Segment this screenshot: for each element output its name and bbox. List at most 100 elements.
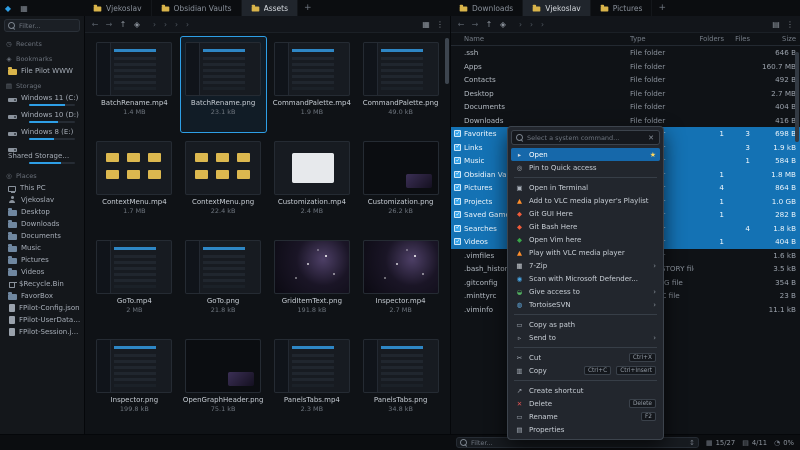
menu-item[interactable]: ↗ Create shortcut <box>511 384 660 397</box>
grid-item[interactable]: CommandPalette.mp4 1.9 MB <box>269 36 356 133</box>
sidebar-item[interactable]: Videos <box>0 266 84 278</box>
grid-item[interactable]: BatchRename.png 23.1 kB <box>180 36 267 133</box>
menu-item[interactable]: ◒ Give access to › <box>511 285 660 298</box>
row-checkbox[interactable] <box>454 198 461 205</box>
menu-item[interactable]: ▦ 7-Zip › <box>511 259 660 272</box>
up-button[interactable]: ↑ <box>483 20 495 29</box>
status-count[interactable]: ▤ 4/11 <box>742 439 767 447</box>
sidebar-item[interactable]: Windows 11 (C:) <box>0 92 84 109</box>
breadcrumb-item[interactable] <box>171 20 182 29</box>
more-icon[interactable]: ⋮ <box>434 20 446 29</box>
tab[interactable]: Vjekoslav <box>523 0 591 16</box>
breadcrumb-item[interactable] <box>526 20 537 29</box>
sidebar-item[interactable]: Desktop <box>0 206 84 218</box>
sidebar-item[interactable]: This PC <box>0 182 84 194</box>
menu-item[interactable]: ◆ Open Vim here <box>511 233 660 246</box>
grid-item[interactable]: Customization.mp4 2.4 MB <box>269 135 356 232</box>
tab[interactable]: Pictures <box>591 0 653 16</box>
view-grid-icon[interactable]: ▦ <box>420 20 432 29</box>
command-search-input[interactable] <box>527 134 644 142</box>
sidebar-item[interactable]: Pictures <box>0 254 84 266</box>
menu-item[interactable]: ▭ Rename F2 <box>511 410 660 423</box>
sidebar-item[interactable]: FavorBox <box>0 290 84 302</box>
sidebar-item[interactable]: FPilot-Session.json <box>0 326 84 338</box>
table-row[interactable]: Apps File folder 160.7 MB <box>451 60 800 74</box>
sidebar-item[interactable]: Vjekoslav <box>0 194 84 206</box>
sidebar-filter-input[interactable] <box>19 22 76 30</box>
bookmark-icon[interactable]: ◈ <box>497 20 509 29</box>
tab[interactable]: Obsidian Vaults <box>152 0 242 16</box>
breadcrumb-item[interactable] <box>160 20 171 29</box>
sidebar-item[interactable]: Shared Storage (T:) <box>0 143 84 167</box>
scrollbar-thumb[interactable] <box>445 38 449 84</box>
menu-item[interactable]: ✕ Delete Delete <box>511 397 660 410</box>
grid-item[interactable]: GridItemText.png 191.8 kB <box>269 234 356 331</box>
menu-item[interactable]: ▥ Copy Ctrl+C Ctrl+Insert <box>511 364 660 377</box>
app-logo-icon[interactable]: ◆ <box>0 4 16 13</box>
back-button[interactable]: ← <box>89 20 101 29</box>
new-tab-button[interactable]: + <box>652 0 672 16</box>
grid-item[interactable]: GoTo.mp4 2 MB <box>91 234 178 331</box>
row-checkbox[interactable] <box>454 184 461 191</box>
scrollbar-thumb[interactable] <box>795 52 799 142</box>
grid-item[interactable]: Inspector.mp4 2.7 MB <box>357 234 444 331</box>
row-checkbox[interactable] <box>454 211 461 218</box>
sidebar-section-header[interactable]: ◎ Places <box>0 167 84 182</box>
status-count[interactable]: ◔ 0% <box>774 439 794 447</box>
sidebar-section-header[interactable]: ◷ Recents <box>0 35 84 50</box>
grid-item[interactable]: Inspector.png 199.8 kB <box>91 333 178 430</box>
sidebar-section-header[interactable]: ◈ Bookmarks <box>0 50 84 65</box>
tab[interactable]: Vjekoslav <box>84 0 152 16</box>
table-row[interactable]: Documents File folder 404 B <box>451 100 800 114</box>
column-header-name[interactable]: Name <box>464 35 630 43</box>
menu-item[interactable]: ▲ Add to VLC media player's Playlist <box>511 194 660 207</box>
sidebar-item[interactable]: Windows 10 (D:) <box>0 109 84 126</box>
menu-item[interactable] <box>514 176 657 178</box>
menu-item[interactable]: ▤ Properties <box>511 423 660 436</box>
menu-item[interactable]: ◎ Pin to Quick access <box>511 161 660 174</box>
menu-item[interactable]: ▸ Open ★ <box>511 148 660 161</box>
close-icon[interactable]: ✕ <box>647 134 655 142</box>
more-icon[interactable]: ⋮ <box>784 20 796 29</box>
row-checkbox[interactable] <box>454 144 461 151</box>
table-row[interactable]: Desktop File folder 2.7 MB <box>451 87 800 101</box>
column-header-type[interactable]: Type <box>630 35 694 43</box>
menu-item[interactable] <box>514 379 657 381</box>
menu-item[interactable] <box>514 313 657 315</box>
sidebar-filter[interactable] <box>4 19 80 32</box>
column-header-size[interactable]: Size <box>750 35 796 43</box>
new-tab-button[interactable]: + <box>298 0 318 16</box>
sort-icon[interactable]: ↕ <box>689 439 695 447</box>
window-menu-icon[interactable]: ▦ <box>16 4 32 13</box>
sidebar-item[interactable]: $Recycle.Bin <box>0 278 84 290</box>
table-row[interactable]: Contacts File folder 492 B <box>451 73 800 87</box>
table-row[interactable]: .ssh File folder 646 B <box>451 46 800 60</box>
forward-button[interactable]: → <box>469 20 481 29</box>
back-button[interactable]: ← <box>455 20 467 29</box>
row-checkbox[interactable] <box>454 225 461 232</box>
breadcrumb-item[interactable] <box>182 20 193 29</box>
table-row[interactable]: Downloads File folder 416 B <box>451 114 800 128</box>
grid-item[interactable]: BatchRename.mp4 1.4 MB <box>91 36 178 133</box>
breadcrumb-item[interactable] <box>537 20 548 29</box>
command-search[interactable]: ✕ <box>511 130 660 145</box>
grid-item[interactable]: OpenGraphHeader.png 75.1 kB <box>180 333 267 430</box>
menu-item[interactable]: ◆ Git GUI Here <box>511 207 660 220</box>
tab[interactable]: Downloads <box>450 0 523 16</box>
tab[interactable]: Assets <box>242 0 298 16</box>
up-button[interactable]: ↑ <box>117 20 129 29</box>
menu-item[interactable] <box>514 346 657 348</box>
grid-item[interactable]: PanelsTabs.png 34.8 kB <box>357 333 444 430</box>
column-header-folders[interactable]: Folders <box>694 35 724 43</box>
status-count[interactable]: ▦ 15/27 <box>706 439 735 447</box>
sidebar-item[interactable]: FPilot-Config.json <box>0 302 84 314</box>
grid-item[interactable]: PanelsTabs.mp4 2.3 MB <box>269 333 356 430</box>
menu-item[interactable]: ◆ Git Bash Here <box>511 220 660 233</box>
view-list-icon[interactable]: ▤ <box>770 20 782 29</box>
sidebar-section-header[interactable]: ▤ Storage <box>0 77 84 92</box>
sidebar-item[interactable]: File Pilot WWW <box>0 65 84 77</box>
row-checkbox[interactable] <box>454 171 461 178</box>
row-checkbox[interactable] <box>454 130 461 137</box>
menu-item[interactable]: ▭ Copy as path <box>511 318 660 331</box>
menu-item[interactable]: ◉ Scan with Microsoft Defender... <box>511 272 660 285</box>
